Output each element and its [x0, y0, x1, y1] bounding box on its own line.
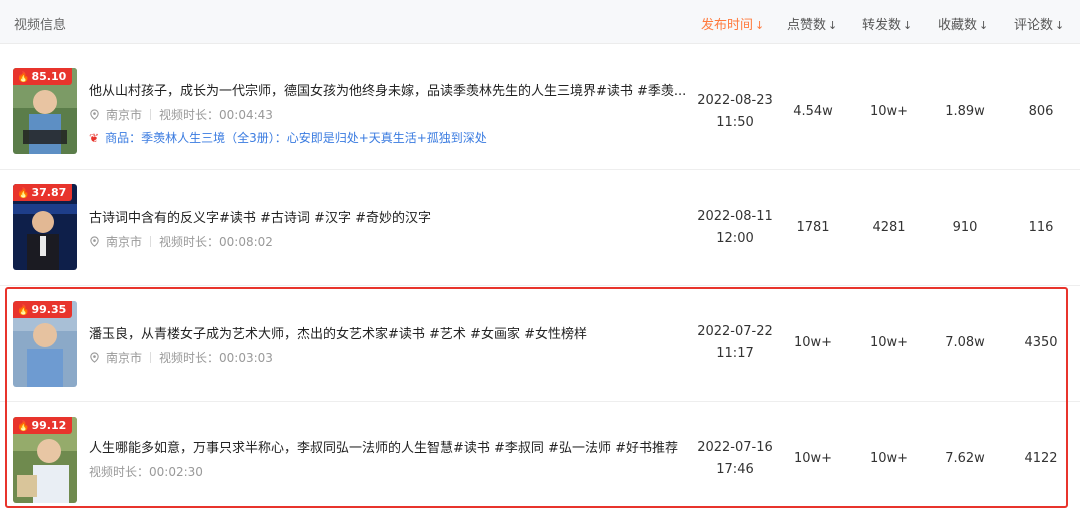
publish-time-cell: 2022-08-11 12:00 [690, 206, 780, 250]
shares-cell: 10w+ [869, 104, 909, 119]
video-thumbnail[interactable]: 🔥 99.12 [13, 417, 77, 503]
publish-time: 11:17 [716, 346, 754, 361]
table-header: 视频信息 发布时间 ↓ 点赞数 ↓ 转发数 ↓ 收藏数 ↓ 评论数 ↓ [0, 0, 1080, 44]
score-badge: 🔥 99.12 [13, 417, 73, 434]
meta-divider [150, 109, 152, 120]
publish-date: 2022-07-22 [697, 324, 773, 339]
publish-date: 2022-08-23 [697, 93, 773, 108]
score-value: 85.10 [31, 70, 67, 83]
score-badge: 🔥 85.10 [13, 68, 73, 85]
product-label: 商品：季羡林人生三境（全3册）：心安即是归处+天真生活+孤独到深处 [105, 131, 487, 145]
video-thumbnail[interactable]: 🔥 99.35 [13, 301, 77, 387]
video-thumbnail[interactable]: 🔥 37.87 [13, 184, 77, 270]
sort-arrow-down-icon: ↓ [755, 19, 765, 32]
location-pin-icon [90, 236, 99, 247]
fire-icon: 🔥 [17, 421, 30, 432]
favorites-cell: 910 [952, 220, 978, 235]
video-city: 南京市 [106, 108, 143, 122]
fire-icon: 🔥 [17, 188, 30, 199]
shares-cell: 4281 [872, 220, 906, 235]
shares-cell: 10w+ [869, 335, 909, 350]
score-value: 37.87 [31, 186, 67, 199]
comments-cell: 116 [1028, 220, 1054, 235]
table-row[interactable]: 🔥 99.12 人生哪能多如意，万事只求半称心，李叔同弘一法师的人生智慧#读书 #… [0, 402, 1080, 510]
table-row[interactable]: 🔥 99.35 潘玉良，从青楼女子成为艺术大师，杰出的女艺术家#读书 #艺术 #女… [0, 286, 1080, 402]
video-meta: 南京市 视频时长：00:03:03 [89, 349, 273, 366]
table-row[interactable]: 🔥 37.87 古诗词中含有的反义字#读书 #古诗词 #汉字 #奇妙的汉字 南京市… [0, 170, 1080, 286]
video-title[interactable]: 人生哪能多如意，万事只求半称心，李叔同弘一法师的人生智慧#读书 #李叔同 #弘一… [89, 437, 694, 456]
likes-cell: 10w+ [793, 451, 833, 466]
score-badge: 🔥 37.87 [13, 184, 73, 201]
video-meta: 南京市 视频时长：00:08:02 [89, 233, 273, 250]
publish-date: 2022-07-16 [697, 440, 773, 455]
heart-icon: ❦ [89, 131, 100, 145]
video-thumbnail[interactable]: 🔥 85.10 [13, 68, 77, 154]
video-title[interactable]: 古诗词中含有的反义字#读书 #古诗词 #汉字 #奇妙的汉字 [89, 207, 694, 226]
favorites-cell: 7.08w [945, 335, 985, 350]
publish-time: 12:00 [716, 231, 754, 246]
score-value: 99.35 [31, 303, 67, 316]
sort-arrow-down-icon: ↓ [979, 19, 989, 32]
publish-date: 2022-08-11 [697, 209, 773, 224]
favorites-cell: 1.89w [945, 104, 985, 119]
video-meta: 南京市 视频时长：00:04:43 [89, 106, 273, 123]
likes-cell: 4.54w [793, 104, 833, 119]
publish-time: 11:50 [716, 115, 754, 130]
sort-comments[interactable]: 评论数 ↓ [1014, 14, 1064, 33]
comments-cell: 4350 [1024, 335, 1058, 350]
sort-favorites-label: 收藏数 [938, 18, 978, 33]
meta-divider [150, 236, 152, 247]
publish-time-cell: 2022-07-22 11:17 [690, 321, 780, 365]
video-meta: 视频时长：00:02:30 [89, 463, 203, 480]
comments-cell: 4122 [1024, 451, 1058, 466]
location-pin-icon [90, 352, 99, 363]
sort-likes-label: 点赞数 [787, 18, 827, 33]
video-duration: 视频时长：00:04:43 [159, 108, 273, 122]
table-row[interactable]: 🔥 85.10 他从山村孩子，成长为一代宗师，德国女孩为他终身未嫁，品读季羡林先生… [0, 54, 1080, 170]
fire-icon: 🔥 [17, 305, 30, 316]
comments-cell: 806 [1028, 104, 1054, 119]
sort-favorites[interactable]: 收藏数 ↓ [938, 14, 988, 33]
sort-arrow-down-icon: ↓ [903, 19, 913, 32]
score-value: 99.12 [31, 419, 67, 432]
sort-shares-label: 转发数 [862, 18, 902, 33]
video-city: 南京市 [106, 235, 143, 249]
likes-cell: 1781 [796, 220, 830, 235]
video-duration: 视频时长：00:03:03 [159, 351, 273, 365]
sort-arrow-down-icon: ↓ [828, 19, 838, 32]
publish-time-cell: 2022-08-23 11:50 [690, 90, 780, 134]
sort-comments-label: 评论数 [1014, 18, 1054, 33]
sort-publish-time-label: 发布时间 [701, 18, 754, 33]
shares-cell: 10w+ [869, 451, 909, 466]
sort-shares[interactable]: 转发数 ↓ [862, 14, 912, 33]
video-title[interactable]: 潘玉良，从青楼女子成为艺术大师，杰出的女艺术家#读书 #艺术 #女画家 #女性榜… [89, 323, 694, 342]
sort-arrow-down-icon: ↓ [1055, 19, 1065, 32]
sort-likes[interactable]: 点赞数 ↓ [787, 14, 837, 33]
video-duration: 视频时长：00:02:30 [89, 465, 203, 479]
likes-cell: 10w+ [793, 335, 833, 350]
video-city: 南京市 [106, 351, 143, 365]
video-duration: 视频时长：00:08:02 [159, 235, 273, 249]
score-badge: 🔥 99.35 [13, 301, 73, 318]
product-link[interactable]: ❦ 商品：季羡林人生三境（全3册）：心安即是归处+天真生活+孤独到深处 [89, 129, 487, 146]
publish-time: 17:46 [716, 462, 754, 477]
sort-publish-time[interactable]: 发布时间 ↓ [701, 14, 764, 33]
publish-time-cell: 2022-07-16 17:46 [690, 437, 780, 481]
video-title[interactable]: 他从山村孩子，成长为一代宗师，德国女孩为他终身未嫁，品读季羡林先生的人生三境界#… [89, 80, 694, 99]
location-pin-icon [90, 109, 99, 120]
favorites-cell: 7.62w [945, 451, 985, 466]
header-video-info: 视频信息 [14, 18, 67, 33]
fire-icon: 🔥 [17, 72, 30, 83]
meta-divider [150, 352, 152, 363]
